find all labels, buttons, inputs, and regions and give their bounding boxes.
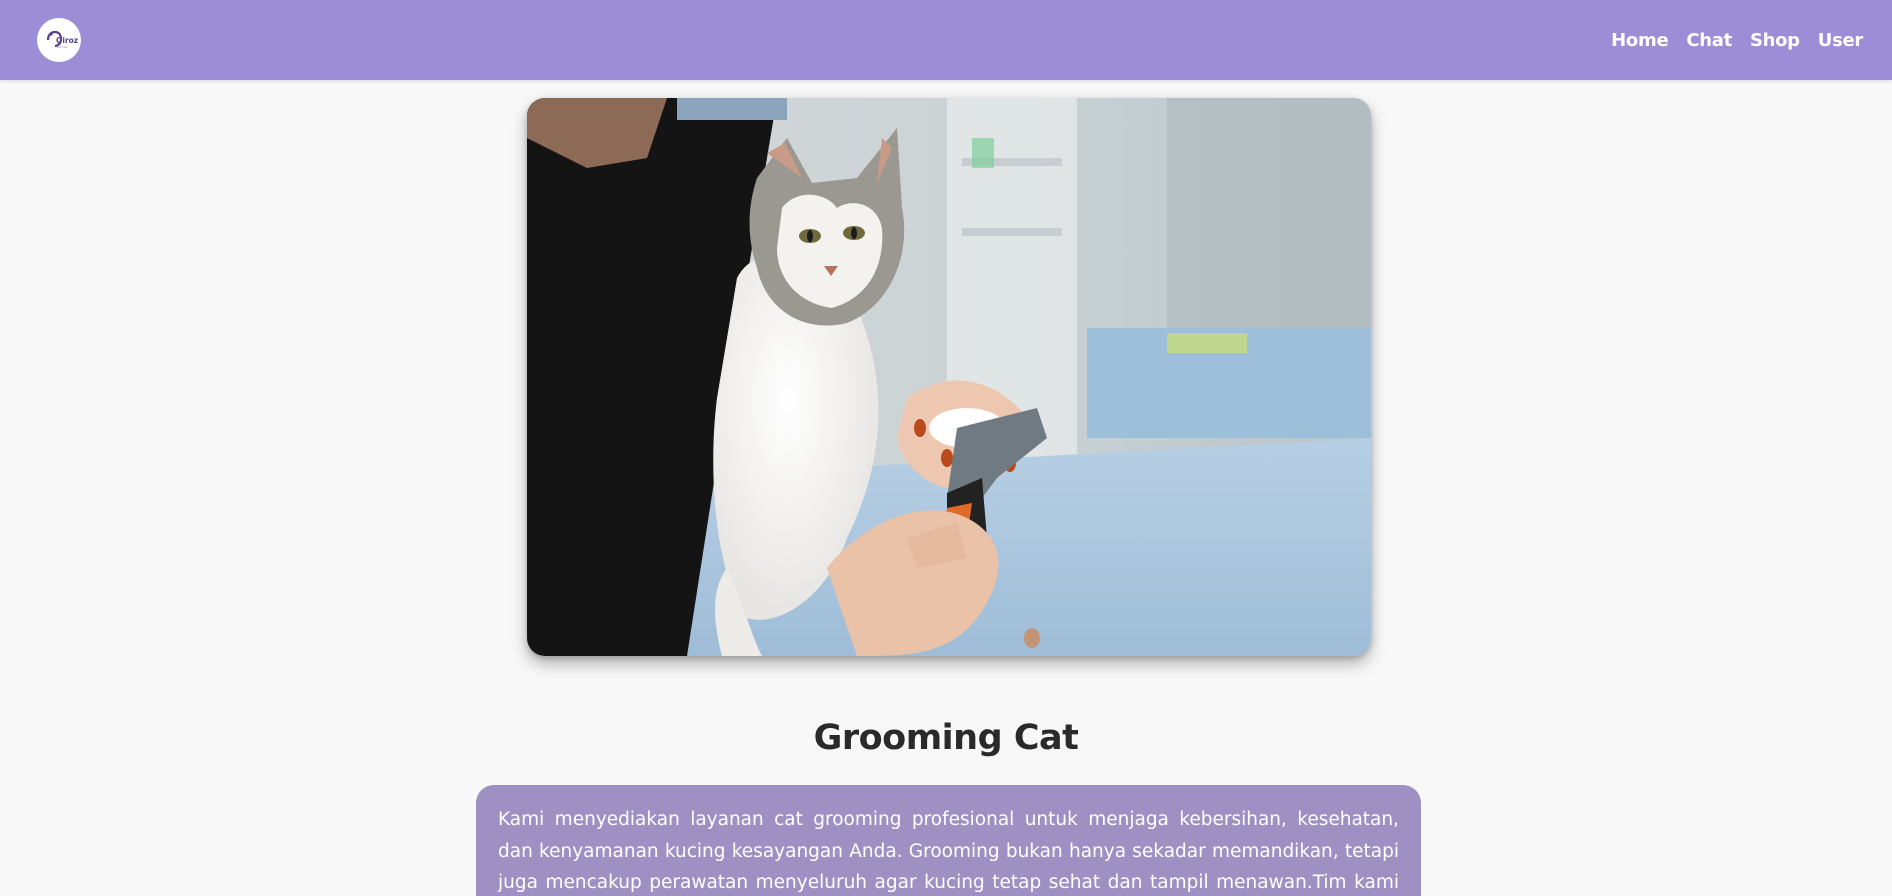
description-card: Kami menyediakan layanan cat grooming pr… — [476, 785, 1421, 896]
page-title: Grooming Cat — [813, 718, 1079, 758]
nav-shop[interactable]: Shop — [1750, 30, 1800, 51]
description-text: Kami menyediakan layanan cat grooming pr… — [498, 809, 1399, 893]
nav-home[interactable]: Home — [1611, 30, 1669, 51]
main-nav: Home Chat Shop User — [1611, 0, 1863, 80]
brand-logo-text: Qiroz — [56, 36, 78, 45]
nav-chat[interactable]: Chat — [1686, 30, 1732, 51]
nav-user[interactable]: User — [1818, 30, 1864, 51]
brand-logo[interactable]: Qiroz pet care — [37, 18, 81, 62]
navbar: Qiroz pet care Home Chat Shop User — [0, 0, 1892, 80]
svg-text:pet care: pet care — [57, 45, 68, 49]
hero-image — [527, 98, 1371, 656]
brand-logo-icon: Qiroz pet care — [40, 21, 78, 59]
cat-grooming-photo — [527, 98, 1371, 656]
